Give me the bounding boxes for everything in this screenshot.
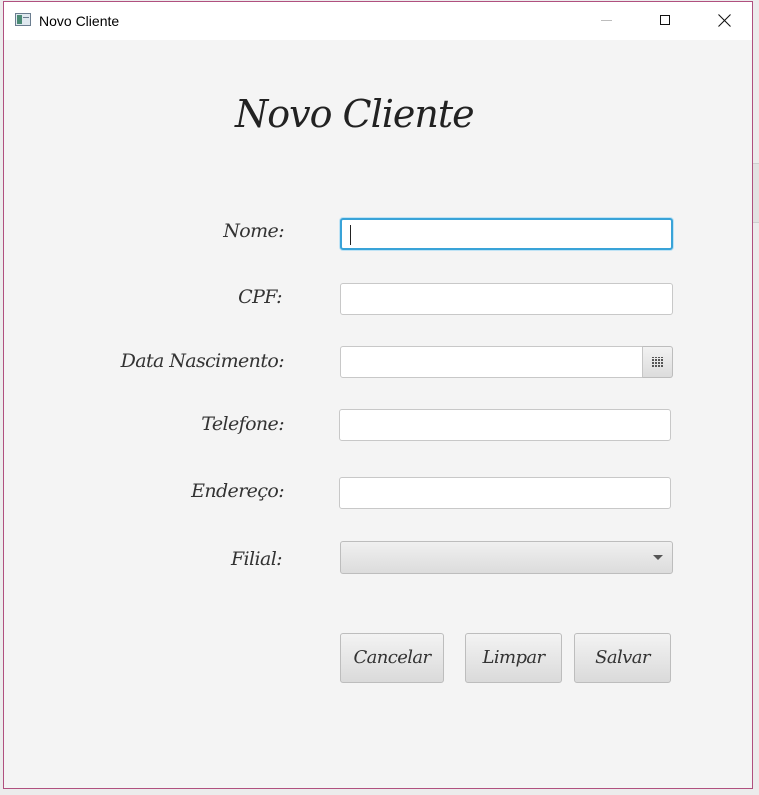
minimize-button[interactable]: [583, 2, 629, 40]
date-picker-button[interactable]: [642, 346, 673, 378]
minimize-icon: [601, 20, 612, 21]
cpf-label: CPF:: [238, 286, 282, 308]
title-bar[interactable]: Novo Cliente: [4, 2, 752, 40]
close-icon: [718, 14, 731, 27]
nome-input[interactable]: [340, 218, 673, 250]
filial-label: Filial:: [230, 548, 283, 570]
app-icon: [15, 13, 31, 26]
page-title: Novo Cliente: [235, 92, 475, 136]
novo-cliente-window: Novo Cliente Novo Cliente Nome: CPF: Dat…: [3, 1, 753, 789]
background-app-edge: [752, 163, 759, 223]
telefone-label: Telefone:: [201, 413, 284, 435]
endereco-input[interactable]: [339, 477, 671, 509]
save-button[interactable]: Salvar: [574, 633, 671, 683]
data-nascimento-input[interactable]: [340, 346, 643, 378]
nome-label: Nome:: [223, 220, 284, 242]
endereco-label: Endereço:: [191, 480, 285, 502]
calendar-icon: [652, 357, 664, 367]
cancel-button[interactable]: Cancelar: [340, 633, 444, 683]
chevron-down-icon: [653, 555, 663, 560]
cpf-input[interactable]: [340, 283, 673, 315]
window-title: Novo Cliente: [39, 13, 120, 29]
text-caret: [350, 225, 351, 245]
close-button[interactable]: [701, 2, 747, 40]
data-nascimento-label: Data Nascimento:: [120, 350, 285, 372]
telefone-input[interactable]: [339, 409, 671, 441]
clear-button[interactable]: Limpar: [465, 633, 562, 683]
filial-select[interactable]: [340, 541, 673, 574]
maximize-icon: [660, 15, 670, 25]
maximize-button[interactable]: [642, 2, 688, 40]
